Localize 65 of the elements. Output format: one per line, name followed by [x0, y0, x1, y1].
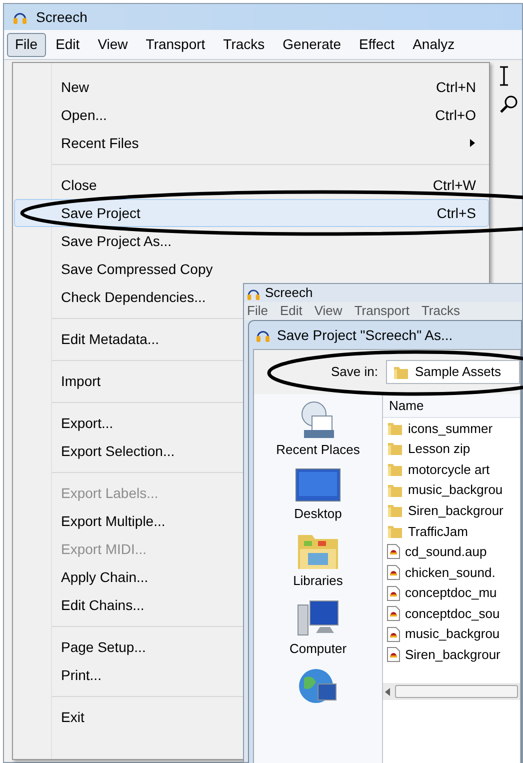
file-row[interactable]: music_backgrou	[387, 480, 520, 500]
menu-item[interactable]: Open... Ctrl+O	[14, 101, 489, 129]
menu-bar-item[interactable]: View	[314, 301, 342, 321]
place-label[interactable]: Computer	[289, 638, 347, 658]
menu-bar-item[interactable]: Effect	[351, 32, 403, 56]
computer-icon	[296, 598, 340, 638]
folder-icon	[387, 503, 403, 518]
menu-bar-item[interactable]: Analyz	[404, 32, 463, 56]
document-icon	[387, 586, 400, 601]
window-title: Screech	[36, 8, 88, 26]
folder-icon	[387, 482, 403, 498]
file-row[interactable]: Siren_backgrour	[387, 500, 520, 521]
menu-bar-item[interactable]: Tracks	[421, 301, 460, 321]
shortcut-label: Ctrl+W	[432, 176, 476, 194]
text-cursor-icon	[499, 66, 509, 86]
menu-bar-item[interactable]: Edit	[280, 301, 302, 321]
file-row[interactable]: conceptdoc_mu	[387, 582, 520, 604]
menu-item[interactable]: Save Project As...	[14, 227, 489, 255]
horizontal-scrollbar[interactable]	[383, 683, 520, 700]
zoom-icon	[499, 94, 519, 114]
shortcut-label: Ctrl+N	[436, 78, 476, 96]
folder-icon	[387, 441, 403, 456]
file-row[interactable]: conceptdoc_sou	[387, 603, 520, 624]
shortcut-label: Ctrl+S	[436, 204, 476, 222]
menu-item[interactable]: Save Project Ctrl+S	[14, 199, 489, 227]
menu-bar-item[interactable]: Transport	[138, 32, 214, 56]
place-label[interactable]: Desktop	[294, 504, 342, 523]
menu-item[interactable]: Save Compressed Copy	[14, 255, 489, 283]
file-row[interactable]: chicken_sound.	[387, 562, 520, 583]
folder-icon	[393, 364, 409, 380]
folder-dropdown[interactable]: Sample Assets	[386, 360, 520, 384]
menu-item[interactable]: Recent Files	[14, 129, 489, 157]
file-row[interactable]: icons_summer	[387, 418, 520, 439]
menu-item[interactable]: Close Ctrl+W	[14, 171, 489, 199]
document-icon	[387, 626, 400, 642]
menu-bar-item[interactable]: Edit	[48, 32, 88, 56]
place-label[interactable]: Libraries	[293, 571, 343, 590]
file-row[interactable]: cd_sound.aup	[387, 542, 520, 562]
document-icon	[387, 606, 400, 622]
folder-icon	[387, 420, 403, 436]
menu-bar-item[interactable]: View	[90, 32, 136, 56]
file-row[interactable]: motorcycle art	[387, 459, 520, 480]
dialog-title: Save Project "Screech" As...	[277, 326, 453, 345]
file-row[interactable]: TrafficJam	[387, 520, 520, 542]
window-title: Screech	[265, 284, 313, 302]
menu-item[interactable]: New Ctrl+N	[14, 73, 489, 101]
document-icon	[387, 544, 400, 560]
place-label[interactable]: Recent Places	[276, 440, 360, 460]
menu-bar-item[interactable]: File	[247, 301, 268, 321]
menu-bar-item[interactable]: Generate	[274, 32, 350, 56]
file-row[interactable]: Lesson zip	[387, 438, 520, 460]
folder-icon	[387, 524, 403, 539]
shortcut-label: Ctrl+O	[435, 106, 476, 124]
file-row[interactable]: music_backgrou	[387, 624, 520, 645]
menu-bar-item[interactable]: Transport	[354, 301, 410, 321]
file-row[interactable]: Siren_backgrour	[387, 644, 520, 666]
document-icon	[387, 647, 400, 662]
menu-bar-item[interactable]: File	[7, 32, 46, 56]
folder-icon	[387, 462, 403, 477]
scroll-left-icon[interactable]	[385, 688, 391, 696]
save-in-label: Save in:	[330, 363, 378, 382]
column-header[interactable]: Name	[383, 394, 520, 418]
document-icon	[387, 564, 400, 580]
monitor-icon	[294, 468, 341, 504]
menu-bar-item[interactable]: Tracks	[215, 32, 273, 56]
